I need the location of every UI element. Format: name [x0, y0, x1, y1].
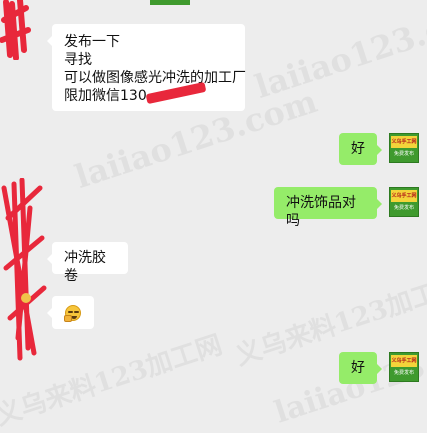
message-bubble-outgoing[interactable]: 好 [339, 352, 382, 384]
watermark-text: laiiao123.com [250, 0, 427, 106]
avatar-footer-text: 免费发布 [393, 370, 414, 376]
message-line: 可以做图像感光冲洗的加工厂 [64, 70, 246, 86]
redacted-avatar-scribble [0, 0, 31, 60]
face-with-hand-icon [64, 305, 81, 322]
message-bubble-outgoing[interactable]: 冲洗饰品对吗 [274, 187, 382, 229]
message-line: 寻找 [64, 52, 92, 68]
message-bubble-incoming[interactable]: 冲洗胶卷 [47, 242, 128, 284]
avatar-banner-text: 义乌手工网 [391, 355, 417, 367]
redacted-avatar-scribble [1, 178, 47, 361]
chat-window: laiiao123.com laiiao123.com laiiao123.co… [0, 0, 427, 432]
avatar-fragment [150, 0, 190, 5]
avatar-banner-text: 义乌手工网 [391, 190, 417, 202]
message-text: 好 [351, 360, 365, 376]
my-avatar[interactable]: 义乌手工网 免费发布 [389, 352, 419, 382]
my-avatar[interactable]: 义乌手工网 免费发布 [389, 187, 419, 217]
avatar-banner-text: 义乌手工网 [391, 136, 417, 148]
message-bubble-outgoing[interactable]: 好 [339, 133, 382, 165]
avatar-footer-text: 免费发布 [393, 151, 414, 157]
message-bubble-incoming[interactable] [47, 296, 94, 329]
avatar-footer-text: 免费发布 [393, 205, 414, 211]
message-text: 好 [351, 141, 365, 157]
message-text: 冲洗饰品对吗 [286, 195, 356, 229]
my-avatar[interactable]: 义乌手工网 免费发布 [389, 133, 419, 163]
message-text: 冲洗胶卷 [64, 250, 106, 284]
message-line: 发布一下 [64, 34, 120, 50]
